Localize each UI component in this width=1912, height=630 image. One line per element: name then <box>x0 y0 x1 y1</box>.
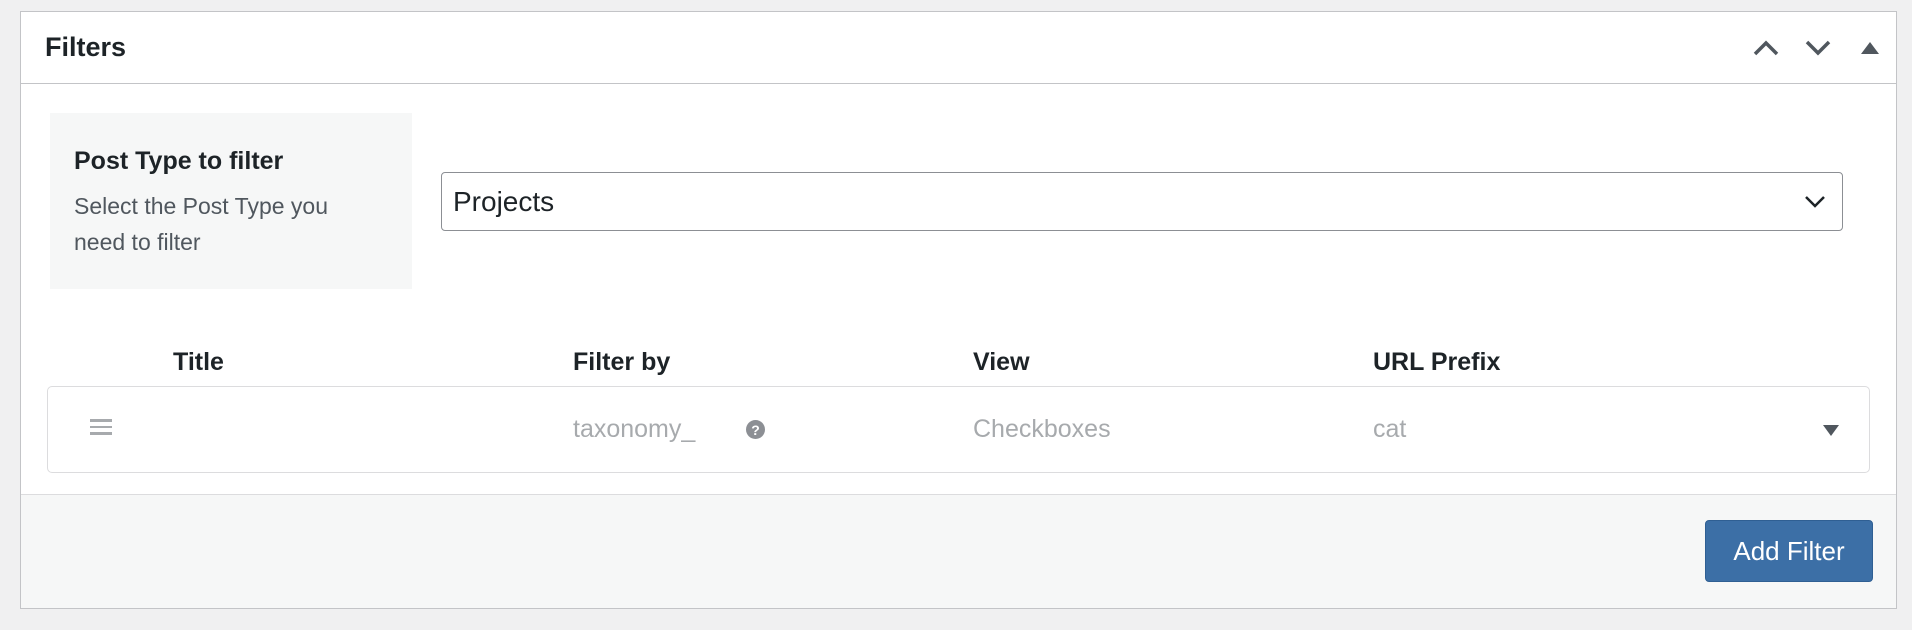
panel-footer: Add Filter <box>21 494 1896 608</box>
row-filter-by: taxonomy_ <box>573 415 696 443</box>
post-type-label: Post Type to filter <box>74 147 284 175</box>
chevron-down-icon <box>1805 195 1825 208</box>
post-type-description: Select the Post Type you need to filter <box>74 193 329 255</box>
move-down-button[interactable] <box>1792 12 1844 84</box>
column-header-filter-by: Filter by <box>573 348 671 376</box>
column-header-view: View <box>973 348 1030 376</box>
filters-panel: Filters Post Type to filter Select the P… <box>20 11 1897 609</box>
table-row[interactable]: taxonomy_ ? Checkboxes cat <box>47 386 1870 473</box>
row-expand-toggle-icon[interactable] <box>1823 425 1839 436</box>
post-type-selected-value: Projects <box>453 185 555 217</box>
row-view: Checkboxes <box>973 415 1111 443</box>
move-up-button[interactable] <box>1740 12 1792 84</box>
filters-table-header: Title Filter by View URL Prefix <box>21 334 1896 394</box>
help-icon[interactable]: ? <box>746 420 765 439</box>
column-header-title: Title <box>173 348 224 376</box>
post-type-select[interactable]: Projects <box>441 172 1843 231</box>
panel-title: Filters <box>45 32 127 62</box>
column-header-url-prefix: URL Prefix <box>1373 348 1501 376</box>
post-type-setting: Post Type to filter Select the Post Type… <box>50 113 1867 289</box>
row-url-prefix: cat <box>1373 415 1407 443</box>
post-type-label-box: Post Type to filter Select the Post Type… <box>50 113 412 289</box>
add-filter-button[interactable]: Add Filter <box>1705 520 1873 582</box>
panel-header: Filters <box>21 12 1896 84</box>
collapse-panel-button[interactable] <box>1844 12 1896 84</box>
triangle-up-icon <box>1861 42 1879 54</box>
chevron-up-icon <box>1753 40 1779 56</box>
drag-handle-icon[interactable] <box>90 419 112 439</box>
panel-header-controls <box>1740 12 1896 84</box>
chevron-down-icon <box>1805 40 1831 56</box>
